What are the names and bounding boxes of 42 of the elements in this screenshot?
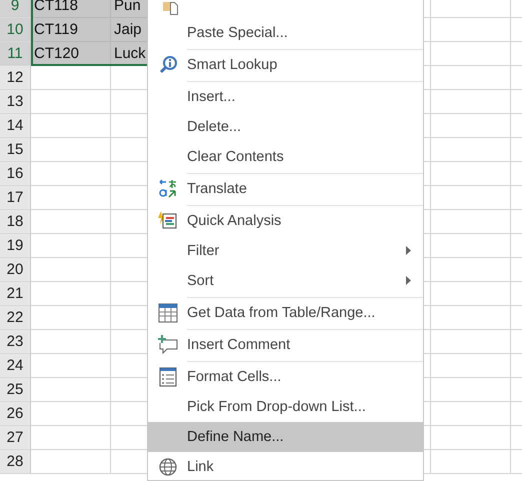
row-header[interactable]: 26 bbox=[0, 402, 31, 426]
menu-item[interactable]: Format Cells... bbox=[148, 362, 423, 392]
menu-item[interactable]: Translate bbox=[148, 174, 423, 204]
row-header[interactable]: 27 bbox=[0, 426, 31, 450]
menu-item[interactable]: Sort bbox=[148, 266, 423, 296]
menu-item[interactable]: Link bbox=[148, 452, 423, 480]
row-header[interactable]: 28 bbox=[0, 450, 31, 474]
row-header[interactable]: 18 bbox=[0, 210, 31, 234]
submenu-arrow-icon bbox=[406, 246, 411, 255]
table-icon bbox=[158, 303, 178, 323]
globe-icon bbox=[158, 457, 178, 477]
menu-item[interactable]: Insert Comment bbox=[148, 330, 423, 360]
list-icon bbox=[158, 367, 178, 387]
row-header[interactable]: 24 bbox=[0, 354, 31, 378]
chart-icon bbox=[158, 211, 178, 231]
menu-item[interactable]: Quick Analysis bbox=[148, 206, 423, 236]
row-header[interactable]: 13 bbox=[0, 90, 31, 114]
row-header[interactable]: 23 bbox=[0, 330, 31, 354]
row-header[interactable]: 16 bbox=[0, 162, 31, 186]
row-header[interactable]: 21 bbox=[0, 282, 31, 306]
row-header[interactable]: 12 bbox=[0, 66, 31, 90]
comment-icon bbox=[158, 335, 178, 355]
row-header[interactable]: 14 bbox=[0, 114, 31, 138]
menu-item[interactable]: Insert... bbox=[148, 82, 423, 112]
row-header[interactable]: 17 bbox=[0, 186, 31, 210]
menu-item[interactable]: Get Data from Table/Range... bbox=[148, 298, 423, 328]
row-header[interactable]: 22 bbox=[0, 306, 31, 330]
translate-icon bbox=[158, 179, 178, 199]
row-header[interactable]: 15 bbox=[0, 138, 31, 162]
search-icon bbox=[158, 55, 178, 75]
row-header[interactable]: 11 bbox=[0, 42, 31, 66]
table-cell: CT119 bbox=[31, 18, 111, 42]
row-header[interactable]: 10 bbox=[0, 18, 31, 42]
menu-item[interactable]: Clear Contents bbox=[148, 142, 423, 172]
menu-item[interactable]: Define Name... bbox=[148, 422, 423, 452]
row-header[interactable]: 19 bbox=[0, 234, 31, 258]
submenu-arrow-icon bbox=[406, 276, 411, 285]
menu-item[interactable]: Filter bbox=[148, 236, 423, 266]
menu-item[interactable]: Delete... bbox=[148, 112, 423, 142]
row-header[interactable]: 20 bbox=[0, 258, 31, 282]
menu-item[interactable]: Pick From Drop-down List... bbox=[148, 392, 423, 422]
row-header[interactable]: 25 bbox=[0, 378, 31, 402]
